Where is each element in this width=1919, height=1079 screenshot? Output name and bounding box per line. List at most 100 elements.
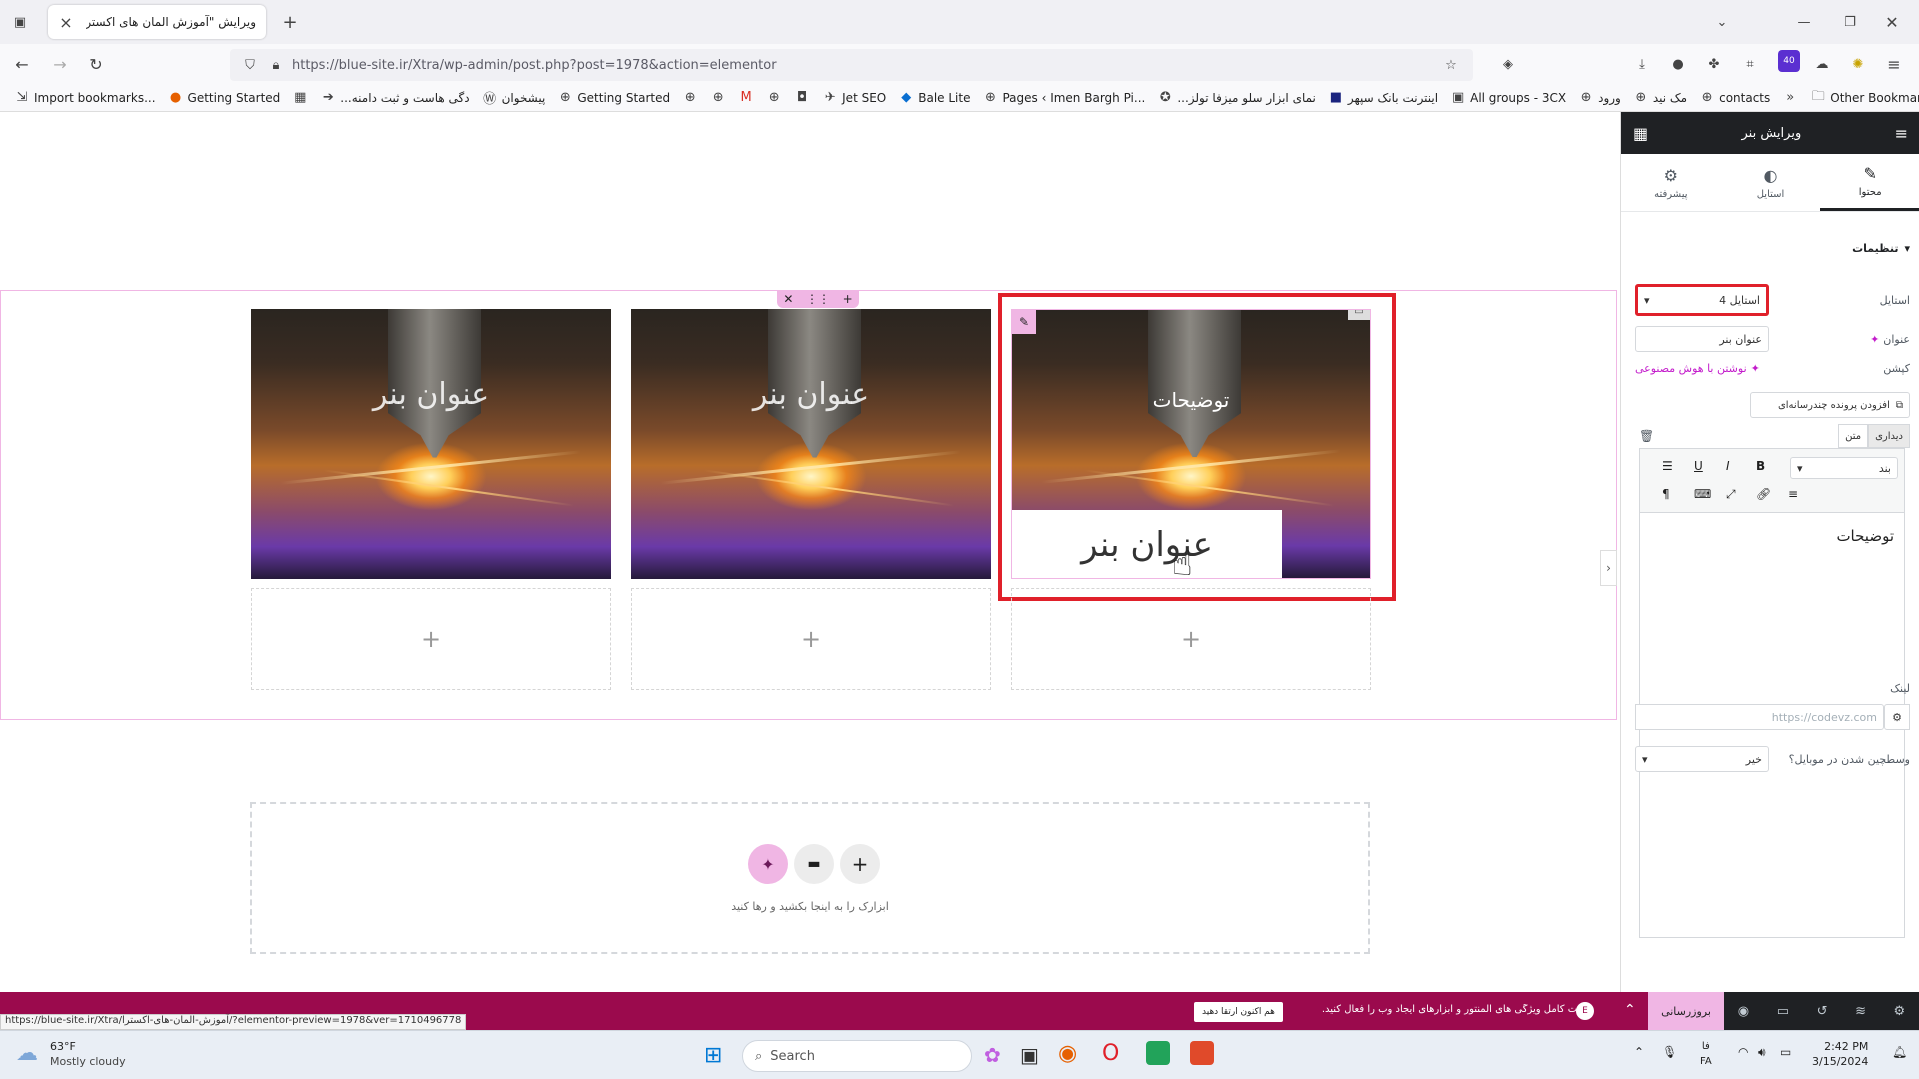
edit-widget-icon[interactable]: ✎ (1012, 310, 1036, 334)
close-window-icon[interactable]: ✕ (1884, 13, 1900, 32)
add-widget-area[interactable]: + (251, 588, 611, 690)
preview-eye-icon[interactable]: ◉ (1738, 1004, 1749, 1019)
paragraph-rtl-icon[interactable]: ¶ (1662, 487, 1670, 501)
sun-extension-icon[interactable]: ✺ (1850, 56, 1866, 72)
battery-icon[interactable]: ▭ (1780, 1045, 1791, 1059)
add-media-button[interactable]: ⧉ افزودن پرونده چندرسانه‌ای (1750, 392, 1910, 418)
reload-icon[interactable]: ↻ (88, 55, 104, 74)
chevron-up-icon[interactable]: ⌃ (1624, 1002, 1636, 1018)
crop-icon[interactable]: ⌗ (1742, 56, 1758, 72)
style-select[interactable]: استایل 4 ▾ (1635, 284, 1769, 316)
tab-content[interactable]: ✎ محتوا (1820, 154, 1919, 211)
bookmark-item[interactable]: ▦ (286, 90, 314, 106)
add-section-icon[interactable]: + (843, 292, 853, 306)
volume-icon[interactable]: 🔊︎ (1758, 1045, 1766, 1060)
fullscreen-icon[interactable]: ⤢ (1726, 487, 1736, 502)
taskbar-search[interactable]: ⌕ Search (742, 1040, 972, 1072)
format-select[interactable]: بند ▾ (1790, 457, 1898, 479)
italic-icon[interactable]: I (1726, 459, 1730, 473)
opera-icon[interactable]: O (1102, 1041, 1119, 1066)
menu-icon[interactable]: ≡ (1886, 55, 1902, 74)
bookmark-star-icon[interactable]: ☆ (1443, 57, 1459, 73)
bookmark-item[interactable]: ⊕ Pages ‹ Imen Bargh Pi... (976, 90, 1151, 106)
copilot-icon[interactable]: ✿ (984, 1043, 1001, 1067)
wifi-icon[interactable]: ◠ (1738, 1045, 1748, 1059)
add-section-button[interactable]: + (840, 844, 880, 884)
bookmark-item[interactable]: ⊕ Getting Started (551, 90, 676, 106)
banner-widget-selected[interactable]: توضیحات عنوان بنر ✎ ▭ ☝︎ (1011, 309, 1371, 579)
bold-icon[interactable]: B (1756, 459, 1765, 473)
drag-section-icon[interactable]: ⋮⋮ (806, 292, 830, 306)
account-icon[interactable]: ● (1670, 56, 1686, 72)
ai-write-link[interactable]: ✦ نوشتن با هوش مصنوعی (1635, 362, 1760, 375)
restore-icon[interactable]: ❐ (1842, 14, 1858, 30)
extensions-icon[interactable]: ✤ (1706, 56, 1722, 72)
update-button[interactable]: بروزرسانی (1648, 992, 1724, 1030)
notifications-icon[interactable]: 🔔︎ (1892, 1045, 1907, 1059)
downloads-icon[interactable]: ⤓ (1634, 56, 1650, 72)
bookmark-item[interactable]: ■ اینترنت بانک سپهر (1322, 90, 1444, 106)
banner-widget[interactable]: عنوان بنر (251, 309, 611, 579)
new-section-dropzone[interactable]: ✦ ▬ + ابزارک را به اینجا بکشید و رها کنی… (250, 802, 1370, 954)
bookmark-item[interactable]: ✪ ...نمای ابزار سلو میزفا تولز (1151, 90, 1322, 106)
bookmark-item[interactable]: ⊕ مک نید (1627, 90, 1693, 106)
collapse-panel-icon[interactable]: › (1600, 550, 1617, 586)
navigator-layers-icon[interactable]: ≋ (1855, 1004, 1866, 1019)
bookmark-item[interactable]: ⊕ (760, 90, 788, 106)
banner-widget[interactable]: عنوان بنر (631, 309, 991, 579)
add-widget-area[interactable]: + (631, 588, 991, 690)
add-widget-area[interactable]: + (1011, 588, 1371, 690)
bookmark-item[interactable]: ⊕ (676, 90, 704, 106)
editor-content[interactable]: توضیحات (1640, 513, 1904, 559)
address-bar[interactable]: ⛉ 🔒︎ https://blue-site.ir/Xtra/wp-admin/… (230, 49, 1473, 81)
add-widget-icon[interactable]: + (801, 625, 821, 653)
delete-section-icon[interactable]: ✕ (783, 292, 793, 306)
weather-widget[interactable]: 63°F Mostly cloudy (50, 1039, 126, 1069)
panel-menu-icon[interactable]: ≡ (1895, 124, 1908, 143)
task-view-icon[interactable]: ▣ (1020, 1043, 1039, 1067)
bookmark-item[interactable]: ⊕ (704, 90, 732, 106)
tab-visual[interactable]: دیداری (1868, 424, 1910, 448)
ai-icon[interactable]: ✦ (1870, 333, 1879, 346)
bookmark-item[interactable]: Ⓦ پیشخوان (476, 90, 552, 108)
bookmark-item[interactable]: ➔ ...دگی هاست و ثبت دامنه (314, 90, 475, 106)
add-widget-icon[interactable]: + (421, 625, 441, 653)
bookmark-item[interactable]: M (732, 90, 760, 106)
firefox-taskbar-icon[interactable]: ◉ (1058, 1041, 1077, 1066)
bookmark-item[interactable]: ⊕ contacts (1693, 90, 1776, 106)
banner-section[interactable]: ✕ ⋮⋮ + عنوان بنر + عنوان بنر + توضیحات ع… (0, 290, 1617, 720)
tray-chevron-icon[interactable]: ⌃ (1634, 1045, 1644, 1059)
history-icon[interactable]: ↺ (1817, 1004, 1828, 1019)
clock[interactable]: 2:42 PM 3/15/2024 (1812, 1039, 1868, 1069)
tab-advanced[interactable]: ⚙ پیشرفته (1621, 154, 1721, 211)
numbered-list-icon[interactable]: ≡ (1788, 487, 1798, 501)
new-tab-icon[interactable]: + (282, 12, 298, 33)
browser-tab-active[interactable]: ویرایش "آموزش المان های اکسترا - ... × (48, 5, 266, 39)
microphone-icon[interactable]: 🎙︎ (1662, 1045, 1677, 1059)
widgets-grid-icon[interactable]: ▦ (1633, 124, 1648, 143)
bookmark-item[interactable]: ⇲ Import bookmarks... (0, 90, 162, 106)
language-indicator[interactable]: فا FA (1700, 1039, 1712, 1069)
weather-cloud-icon[interactable]: ☁ (16, 1041, 38, 1066)
bookmark-item[interactable]: ◆ Bale Lite (892, 90, 976, 106)
camtasia-red-icon[interactable] (1190, 1041, 1214, 1065)
title-input[interactable]: عنوان بنر (1635, 326, 1769, 352)
mobile-center-select[interactable]: خیر ▾ (1635, 746, 1769, 772)
back-icon[interactable]: ← (14, 55, 30, 74)
bookmark-item[interactable]: ⊕ ورود (1572, 90, 1627, 106)
bullet-list-icon[interactable]: ☰ (1662, 459, 1673, 473)
settings-gear-icon[interactable]: ⚙ (1894, 1004, 1906, 1019)
keyboard-icon[interactable]: ⌨ (1694, 487, 1711, 501)
link-icon[interactable]: 🔗︎ (1756, 487, 1771, 501)
link-input[interactable]: https://codevz.com (1635, 704, 1884, 730)
extension-badge-icon[interactable]: 40 (1778, 50, 1800, 72)
tab-list-icon[interactable]: ▣ (12, 14, 28, 30)
link-options-icon[interactable]: ⚙ (1884, 704, 1910, 730)
template-library-icon[interactable]: ▬ (794, 844, 834, 884)
lock-icon[interactable]: 🔒︎ (268, 57, 284, 73)
bookmark-item[interactable]: ● Getting Started (162, 90, 287, 106)
editor-canvas[interactable]: ✕ ⋮⋮ + عنوان بنر + عنوان بنر + توضیحات ع… (0, 112, 1617, 992)
settings-section-toggle[interactable]: ▾ تنظیمات (1635, 242, 1910, 255)
trash-icon[interactable]: 🗑︎ (1639, 429, 1654, 443)
pocket-icon[interactable]: ◈ (1500, 56, 1516, 72)
